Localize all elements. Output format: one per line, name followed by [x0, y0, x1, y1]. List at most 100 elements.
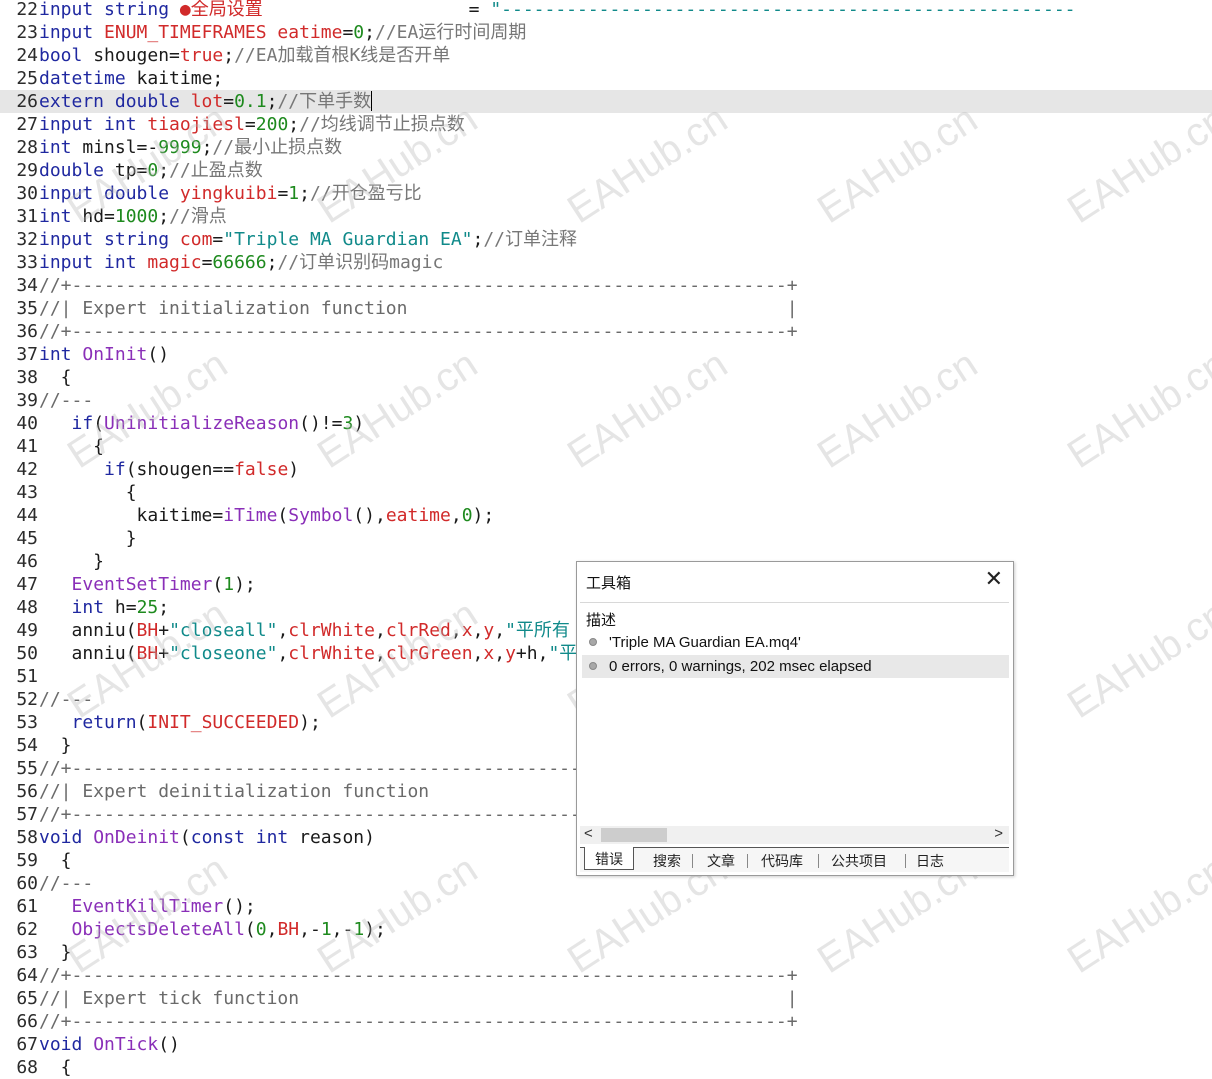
code-line-35[interactable]: 35//| Expert initialization function | — [0, 297, 1212, 320]
code-line-26[interactable]: 26extern double lot=0.1;//下单手数 — [0, 90, 1212, 113]
code-token: ; — [266, 91, 278, 112]
code-line-28[interactable]: 28int minsl=-9999;//最小止损点数 — [0, 136, 1212, 159]
code-token: input — [39, 22, 105, 43]
code-text: //--- — [38, 390, 93, 411]
code-line-66[interactable]: 66//+-----------------------------------… — [0, 1010, 1212, 1033]
close-icon[interactable]: ✕ — [985, 566, 1003, 592]
code-line-37[interactable]: 37int OnInit() — [0, 343, 1212, 366]
code-line-43[interactable]: 43 { — [0, 481, 1212, 504]
code-token: bool — [39, 45, 94, 66]
toolbox-message-list[interactable]: 描述 'Triple MA Guardian EA.mq4' 0 errors,… — [580, 602, 1009, 889]
code-token: //止盈点数 — [169, 160, 263, 181]
code-line-31[interactable]: 31int hd=1000;//滑点 — [0, 205, 1212, 228]
code-token: input int — [39, 114, 148, 135]
code-token: clrRed — [385, 620, 451, 641]
code-text: anniu(BH+"closeall",clrWhite,clrRed,x,y,… — [38, 620, 570, 641]
code-text: //--- — [38, 873, 93, 894]
code-token: ; — [223, 45, 235, 66]
line-number: 45 — [16, 528, 38, 549]
code-line-67[interactable]: 67void OnTick() — [0, 1033, 1212, 1056]
code-token: 1 — [288, 183, 300, 204]
code-line-68[interactable]: 68 { — [0, 1056, 1212, 1079]
code-text: //+-------------------------------------… — [38, 965, 798, 986]
line-number: 56 — [16, 781, 38, 802]
code-token: , — [375, 643, 386, 664]
code-token: yingkuibi — [179, 183, 278, 204]
code-token: = — [212, 229, 224, 250]
tab-errors[interactable]: 错误 — [584, 847, 634, 870]
code-line-30[interactable]: 30input double yingkuibi=1;//开仓盈亏比 — [0, 182, 1212, 205]
line-number: 37 — [16, 344, 38, 365]
code-line-65[interactable]: 65//| Expert tick function | — [0, 987, 1212, 1010]
line-number: 43 — [16, 482, 38, 503]
code-line-36[interactable]: 36//+-----------------------------------… — [0, 320, 1212, 343]
code-token: = — [223, 91, 235, 112]
horizontal-scrollbar[interactable]: < > — [580, 825, 1009, 844]
code-token: input double — [39, 183, 180, 204]
tab-separator — [818, 854, 819, 868]
code-token: BH — [277, 919, 300, 940]
code-line-63[interactable]: 63 } — [0, 941, 1212, 964]
message-row[interactable]: 'Triple MA Guardian EA.mq4' — [582, 631, 1009, 654]
line-number: 30 — [16, 183, 38, 204]
message-row-selected[interactable]: 0 errors, 0 warnings, 202 msec elapsed — [582, 655, 1009, 678]
code-text: input ENUM_TIMEFRAMES eatime=0;//EA运行时间周… — [38, 22, 526, 43]
code-line-24[interactable]: 24bool shougen=true;//EA加载首根K线是否开单 — [0, 44, 1212, 67]
code-token: , — [375, 620, 386, 641]
code-line-45[interactable]: 45 } — [0, 527, 1212, 550]
code-line-44[interactable]: 44 kaitime=iTime(Symbol(),eatime,0); — [0, 504, 1212, 527]
code-line-62[interactable]: 62 ObjectsDeleteAll(0,BH,-1,-1); — [0, 918, 1212, 941]
code-text: } — [38, 528, 137, 549]
code-line-32[interactable]: 32input string com="Triple MA Guardian E… — [0, 228, 1212, 251]
line-number: 44 — [16, 505, 38, 526]
code-text: void OnDeinit(const int reason) — [38, 827, 375, 848]
code-line-25[interactable]: 25datetime kaitime; — [0, 67, 1212, 90]
code-token: ; — [158, 597, 170, 618]
tab-search[interactable]: 搜索 — [650, 851, 684, 871]
code-token: } — [39, 735, 72, 756]
code-text: //+-------------------------------------… — [38, 1011, 798, 1032]
code-token: ,- — [299, 919, 321, 940]
code-editor[interactable]: 22input string ●全局设置 = "----------------… — [0, 0, 1212, 1079]
code-line-34[interactable]: 34//+-----------------------------------… — [0, 274, 1212, 297]
tab-public-projects[interactable]: 公共项目 — [828, 851, 890, 871]
code-line-27[interactable]: 27input int tiaojiesl=200;//均线调节止损点数 — [0, 113, 1212, 136]
toolbox-window[interactable]: 工具箱 ✕ 描述 'Triple MA Guardian EA.mq4' 0 e… — [576, 561, 1014, 876]
code-line-41[interactable]: 41 { — [0, 435, 1212, 458]
code-token: extern double — [39, 91, 191, 112]
code-token: , — [277, 643, 289, 664]
code-token: ); — [364, 919, 386, 940]
code-line-23[interactable]: 23input ENUM_TIMEFRAMES eatime=0;//EA运行时… — [0, 21, 1212, 44]
code-token: ); — [472, 505, 495, 526]
tab-codebase[interactable]: 代码库 — [758, 851, 806, 871]
tab-journal[interactable]: 日志 — [913, 851, 947, 871]
code-line-33[interactable]: 33input int magic=66666;//订单识别码magic — [0, 251, 1212, 274]
code-line-64[interactable]: 64//+-----------------------------------… — [0, 964, 1212, 987]
scroll-right-icon[interactable]: > — [994, 825, 1003, 842]
code-token: //开仓盈亏比 — [309, 183, 422, 204]
code-token: if — [104, 459, 126, 480]
code-token: minsl=- — [82, 137, 159, 158]
tab-separator — [692, 854, 693, 868]
code-line-29[interactable]: 29double tp=0;//止盈点数 — [0, 159, 1212, 182]
info-dot-icon — [589, 638, 597, 646]
scroll-thumb[interactable] — [601, 828, 667, 842]
code-token: OnTick — [93, 1034, 159, 1055]
code-token: clrGreen — [385, 643, 473, 664]
code-token: BH — [136, 643, 159, 664]
code-line-22[interactable]: 22input string ●全局设置 = "----------------… — [0, 0, 1212, 21]
line-number: 40 — [16, 413, 38, 434]
code-token: { — [39, 482, 137, 503]
code-text: input string ●全局设置 = "------------------… — [38, 0, 1076, 20]
code-line-38[interactable]: 38 { — [0, 366, 1212, 389]
tab-articles[interactable]: 文章 — [704, 851, 738, 871]
code-line-40[interactable]: 40 if(UninitializeReason()!=3) — [0, 412, 1212, 435]
code-token: { — [39, 436, 105, 457]
code-text: { — [38, 850, 72, 871]
code-line-39[interactable]: 39//--- — [0, 389, 1212, 412]
code-line-61[interactable]: 61 EventKillTimer(); — [0, 895, 1212, 918]
scroll-left-icon[interactable]: < — [584, 825, 593, 842]
line-number: 61 — [16, 896, 38, 917]
code-line-42[interactable]: 42 if(shougen==false) — [0, 458, 1212, 481]
